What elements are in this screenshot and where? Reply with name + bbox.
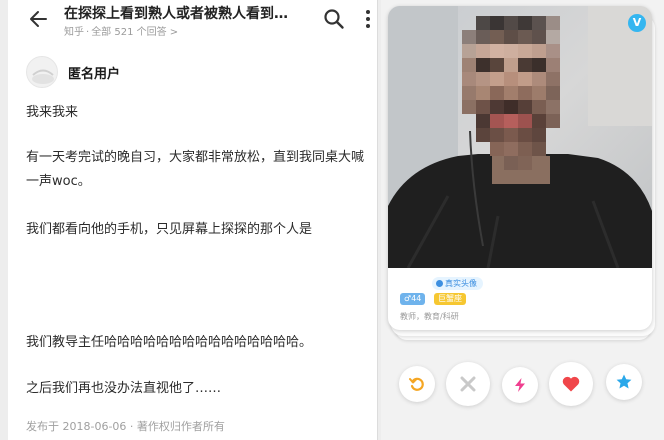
arrow-left-icon: [30, 11, 47, 27]
answer-paragraph: 我们教导主任哈哈哈哈哈哈哈哈哈哈哈哈哈哈哈。: [26, 335, 313, 350]
profile-card[interactable]: V 真实头像 ♂44 巨蟹座 教师，教育/科研: [388, 6, 652, 330]
star-icon: [616, 374, 632, 389]
real-photo-icon: [436, 280, 443, 287]
author-name: 匿名用户: [68, 66, 121, 82]
question-title[interactable]: 在探探上看到熟人或者被熟人看到…: [64, 3, 326, 23]
publish-info: 发布于 2018-06-06 · 著作权归作者所有: [26, 420, 225, 433]
real-photo-label: 真实头像: [445, 279, 477, 288]
verified-badge: V: [628, 14, 646, 32]
profile-name-redacted: [398, 278, 432, 289]
tantan-pane: V 真实头像 ♂44 巨蟹座 教师，教育/科研: [381, 0, 664, 440]
more-vertical-icon: [366, 10, 370, 28]
lightning-icon: [515, 378, 525, 392]
nope-button[interactable]: [446, 362, 490, 406]
back-button[interactable]: [26, 6, 52, 32]
rewind-button[interactable]: [399, 366, 435, 402]
author-row[interactable]: 匿名用户: [26, 56, 120, 88]
answer-paragraph: 我们都看向他的手机，只见屏幕上探探的那个人是: [26, 222, 313, 237]
answer-paragraph: 之后我们再也没办法直视他了……: [26, 381, 222, 396]
avatar: [26, 56, 58, 88]
heart-icon: [562, 376, 580, 392]
search-icon: [324, 9, 344, 29]
like-button[interactable]: [549, 362, 593, 406]
answer-paragraph: 有一天考完试的晚自习，大家都非常放松，直到我同桌大喊一声woc。: [26, 150, 365, 189]
profile-photo: [388, 6, 652, 268]
source-label: 知乎: [64, 27, 84, 38]
close-icon: [460, 376, 476, 392]
answer-paragraph: 我来我来: [26, 105, 79, 120]
search-button[interactable]: [322, 7, 346, 31]
occupation-text: 教师，教育/科研: [400, 312, 459, 321]
superlike-button[interactable]: [606, 364, 642, 400]
more-button[interactable]: [360, 7, 376, 31]
top-bar: 在探探上看到熟人或者被熟人看到… 知乎 · 全部 521 个回答 >: [8, 0, 377, 42]
real-photo-badge: 真实头像: [432, 277, 483, 290]
all-answers-link[interactable]: 全部 521 个回答 >: [91, 27, 178, 38]
action-bar: [381, 362, 664, 414]
anonymous-avatar-icon: [32, 69, 54, 84]
zodiac-tag: 巨蟹座: [434, 293, 466, 305]
zhihu-answer-pane: 在探探上看到熟人或者被熟人看到… 知乎 · 全部 521 个回答 > 匿名用户 …: [8, 0, 378, 440]
boost-button[interactable]: [502, 367, 538, 403]
screenshot-root: 在探探上看到熟人或者被熟人看到… 知乎 · 全部 521 个回答 > 匿名用户 …: [0, 0, 664, 440]
question-subtitle: 知乎 · 全部 521 个回答 >: [64, 27, 179, 38]
rewind-icon: [409, 377, 424, 391]
gender-age-tag: ♂44: [400, 293, 426, 305]
